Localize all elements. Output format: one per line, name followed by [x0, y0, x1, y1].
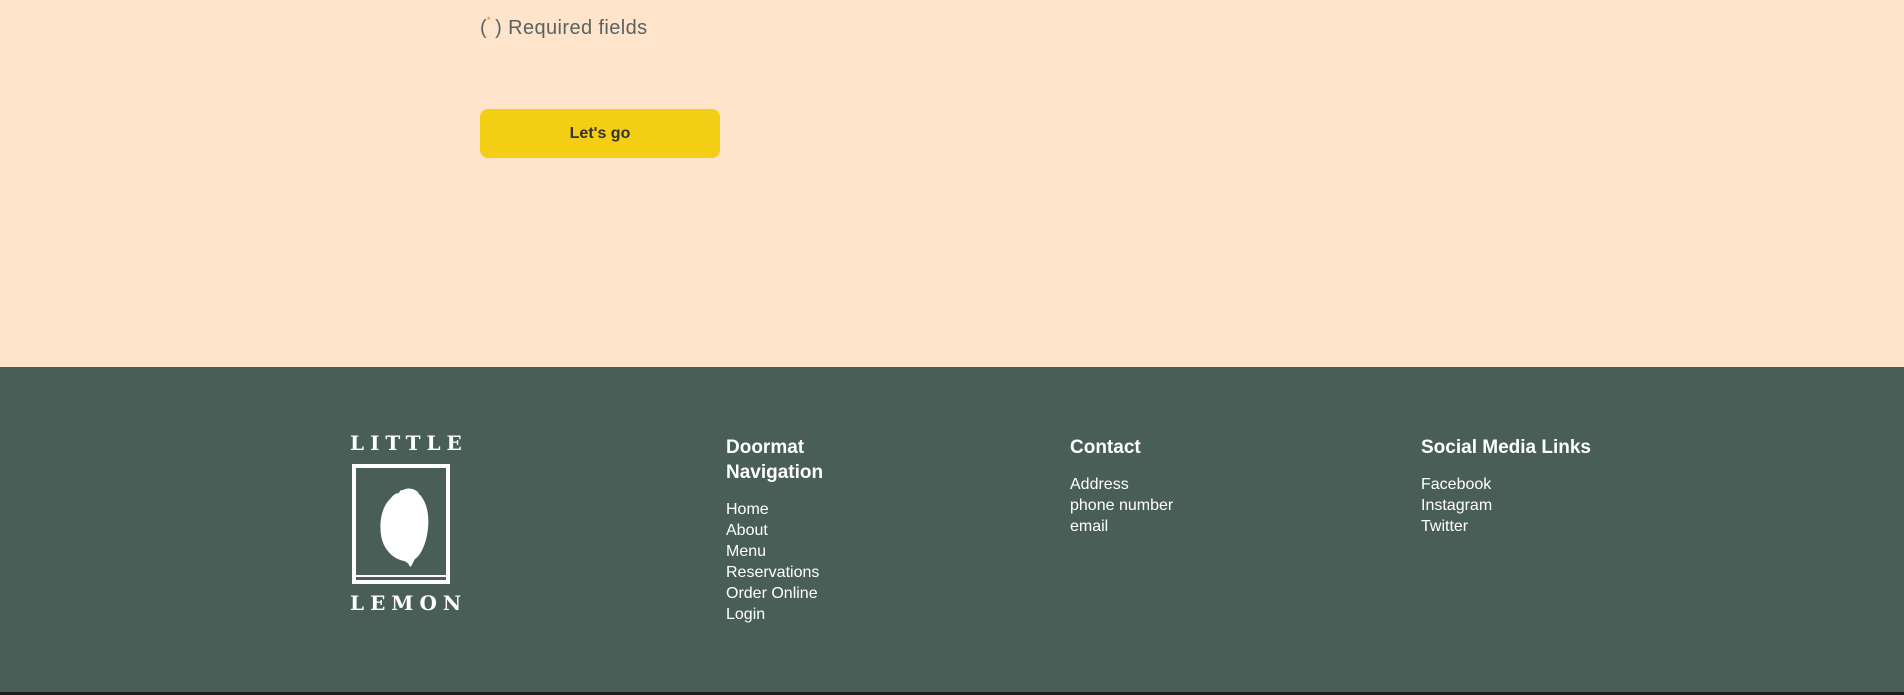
footer-navigation-list: Home About Menu Reservations Order Onlin…	[726, 499, 856, 625]
lemon-icon	[352, 464, 450, 584]
page: ( * ) Required fields Let's go LITTLE LE…	[0, 0, 1904, 695]
logo-top-word: LITTLE	[350, 431, 468, 455]
footer-navigation-heading: Doormat Navigation	[726, 437, 824, 483]
social-link-facebook[interactable]: Facebook	[1421, 476, 1491, 493]
footer-nav-item-reservations[interactable]: Reservations	[726, 562, 856, 583]
required-asterisk: *	[487, 14, 491, 25]
contact-email: email	[1070, 518, 1109, 535]
logo-bottom-word: LEMON	[350, 591, 468, 615]
required-paren-open: (	[480, 16, 488, 39]
social-item-facebook[interactable]: Facebook	[1421, 474, 1641, 495]
footer-navigation-column: Doormat Navigation Home About Menu Reser…	[726, 435, 856, 625]
contact-phone-number: phone number	[1070, 497, 1174, 514]
footer-nav-item-order-online[interactable]: Order Online	[726, 583, 856, 604]
submit-button[interactable]: Let's go	[480, 109, 720, 158]
social-item-instagram[interactable]: Instagram	[1421, 495, 1641, 516]
footer-contact-column: Contact Address phone number email	[1070, 435, 1270, 537]
contact-address: Address	[1070, 476, 1129, 493]
social-link-twitter[interactable]: Twitter	[1421, 518, 1468, 535]
footer-nav-link-home[interactable]: Home	[726, 501, 769, 518]
footer-social-heading: Social Media Links	[1421, 437, 1591, 458]
footer-social-column: Social Media Links Facebook Instagram Tw…	[1421, 435, 1641, 537]
social-link-instagram[interactable]: Instagram	[1421, 497, 1492, 514]
footer-nav-link-login[interactable]: Login	[726, 606, 765, 623]
social-item-twitter[interactable]: Twitter	[1421, 516, 1641, 537]
footer-nav-link-order-online[interactable]: Order Online	[726, 585, 818, 602]
footer-nav-item-home[interactable]: Home	[726, 499, 856, 520]
required-marker-group: ( * )	[480, 14, 503, 40]
footer-nav-item-login[interactable]: Login	[726, 604, 856, 625]
footer-nav-link-about[interactable]: About	[726, 522, 768, 539]
footer-nav-item-menu[interactable]: Menu	[726, 541, 856, 562]
site-footer: LITTLE LEMON Doormat Navigation Home Abo…	[0, 367, 1904, 692]
required-fields-note: ( * ) Required fields	[480, 14, 648, 42]
footer-nav-link-reservations[interactable]: Reservations	[726, 564, 819, 581]
required-fields-label: Required fields	[508, 16, 648, 39]
footer-social-list: Facebook Instagram Twitter	[1421, 474, 1641, 537]
footer-nav-link-menu[interactable]: Menu	[726, 543, 766, 560]
footer-nav-item-about[interactable]: About	[726, 520, 856, 541]
little-lemon-logo[interactable]: LITTLE LEMON	[346, 431, 468, 631]
footer-contact-heading: Contact	[1070, 437, 1141, 458]
required-paren-close: )	[495, 16, 503, 39]
footer-contact-list: Address phone number email	[1070, 474, 1270, 537]
